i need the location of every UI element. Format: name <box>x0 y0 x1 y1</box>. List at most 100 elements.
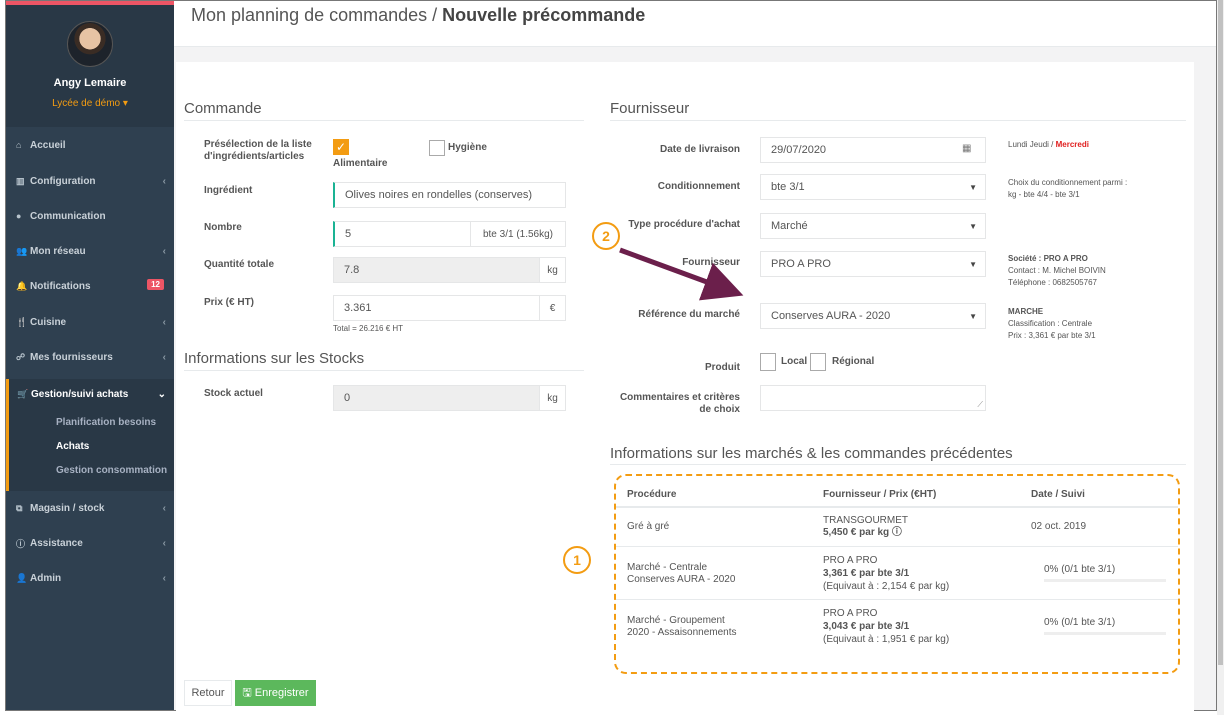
nav-label: Assistance <box>30 537 83 549</box>
select-value: Conserves AURA - 2020 <box>771 310 891 322</box>
nav-reseau[interactable]: 👥 Mon réseau ‹ <box>6 239 174 263</box>
divider <box>184 120 584 121</box>
section-marches-title: Informations sur les marchés & les comma… <box>610 445 1013 462</box>
conditionnement-select[interactable]: bte 3/1 ▼ <box>760 174 986 200</box>
prix-label: Prix (€ HT) <box>204 297 255 308</box>
hygiene-checkbox[interactable] <box>429 140 445 156</box>
cart-icon: 🛒 <box>17 388 29 399</box>
subnav-consommation[interactable]: Gestion consommation <box>56 465 167 476</box>
select-value: Marché <box>771 220 808 232</box>
nav-label: Configuration <box>30 175 96 187</box>
chevron-down-icon: ⌄ <box>157 388 166 400</box>
row3-fournisseur: PRO A PRO <box>823 608 878 619</box>
regional-checkbox[interactable] <box>810 353 826 371</box>
home-icon: ⌂ <box>16 140 22 150</box>
handshake-icon: ☍ <box>16 351 26 362</box>
subnav-achats[interactable]: Achats <box>56 441 89 452</box>
divider <box>610 120 1186 121</box>
bank-icon: ▥ <box>16 175 25 186</box>
row3-equiv: (Equivaut à : 1,951 € par kg) <box>823 634 950 645</box>
retour-button[interactable]: Retour <box>184 680 232 706</box>
date-input[interactable]: 29/07/2020 <box>760 137 986 163</box>
reference-select[interactable]: Conserves AURA - 2020 ▼ <box>760 303 986 329</box>
row2-suivi: 0% (0/1 bte 3/1) <box>1044 564 1116 575</box>
local-checkbox[interactable] <box>760 353 776 371</box>
nombre-input[interactable]: 5 <box>333 221 471 247</box>
caret-down-icon: ▼ <box>969 221 977 231</box>
cond-note1: Choix du conditionnement parmi : <box>1008 178 1128 187</box>
nav-configuration[interactable]: ▥ Configuration ‹ <box>6 169 174 193</box>
avatar[interactable] <box>67 21 113 67</box>
school-dropdown[interactable]: Lycée de démo ▾ <box>6 98 174 109</box>
societe-contact: Contact : M. Michel BOIVIN <box>1008 266 1106 275</box>
nav-cuisine[interactable]: 🍴 Cuisine ‹ <box>6 310 174 334</box>
th-procedure: Procédure <box>627 489 677 500</box>
reference-label: Référence du marché <box>638 309 740 320</box>
row3-procedure-2: 2020 - Assaisonnements <box>627 627 737 638</box>
chevron-left-icon: ‹ <box>162 175 166 187</box>
societe-tel: Téléphone : 0682505767 <box>1008 278 1097 287</box>
nav-label: Admin <box>30 572 62 584</box>
bell-icon: 🔔 <box>16 280 28 291</box>
page-header: Mon planning de commandes / Nouvelle pré… <box>174 1 1216 47</box>
subnav-gestion: Planification besoins Achats Gestion con… <box>6 409 174 491</box>
nav-fournisseurs[interactable]: ☍ Mes fournisseurs ‹ <box>6 345 174 369</box>
fournisseur-select[interactable]: PRO A PRO ▼ <box>760 251 986 277</box>
regional-label: Régional <box>832 356 875 367</box>
enregistrer-button[interactable]: 🖫 Enregistrer <box>235 680 316 706</box>
row2-fournisseur: PRO A PRO <box>823 555 878 566</box>
th-fournisseur: Fournisseur / Prix (€HT) <box>823 489 937 500</box>
alimentaire-label: Alimentaire <box>333 158 388 169</box>
nav-assistance[interactable]: ⓘ Assistance ‹ <box>6 531 174 555</box>
subnav-planification[interactable]: Planification besoins <box>56 417 156 428</box>
nav-label: Accueil <box>30 139 66 151</box>
marche-class: Classification : Centrale <box>1008 319 1093 328</box>
nombre-unit: bte 3/1 (1.56kg) <box>470 221 566 247</box>
calendar-icon[interactable]: ▦ <box>962 143 971 154</box>
notifications-badge: 12 <box>147 279 164 290</box>
row2-progress <box>1044 579 1166 582</box>
profile-name: Angy Lemaire <box>53 77 127 89</box>
marche-title: MARCHE <box>1008 307 1044 316</box>
days-highlight: Mercredi <box>1055 140 1089 149</box>
scrollbar-thumb[interactable] <box>1218 0 1223 665</box>
nav-label: Cuisine <box>30 316 67 328</box>
caret-down-icon: ▼ <box>969 311 977 321</box>
nav-magasin[interactable]: ⧉ Magasin / stock ‹ <box>6 496 174 520</box>
commentaires-textarea[interactable]: ⟋ <box>760 385 986 411</box>
type-procedure-select[interactable]: Marché ▼ <box>760 213 986 239</box>
nav-admin[interactable]: 👤 Admin ‹ <box>6 566 174 590</box>
users-icon: 👥 <box>16 245 28 256</box>
ingredient-label: Ingrédient <box>204 185 253 196</box>
page-title: Mon planning de commandes / Nouvelle pré… <box>191 5 645 26</box>
local-label: Local <box>781 356 808 367</box>
stock-label: Stock actuel <box>204 388 263 399</box>
stock-input: 0 <box>333 385 540 411</box>
nav-accueil[interactable]: ⌂ Accueil <box>6 133 174 157</box>
nav-gestion-achats[interactable]: 🛒 Gestion/suivi achats ⌄ <box>6 379 174 409</box>
row3-progress <box>1044 632 1166 635</box>
divider <box>184 370 584 371</box>
alimentaire-checkbox[interactable]: ✓ <box>333 139 349 155</box>
prix-input[interactable]: 3.361 <box>333 295 540 321</box>
produit-label: Produit <box>705 362 740 373</box>
row2-procedure-2: Conserves AURA - 2020 <box>627 574 736 585</box>
ingredient-input[interactable]: Olives noires en rondelles (conserves) <box>333 182 566 208</box>
row1-date: 02 oct. 2019 <box>1031 521 1087 532</box>
date-label: Date de livraison <box>659 144 740 155</box>
arrow-annotation <box>619 247 744 301</box>
nav-notifications[interactable]: 🔔 Notifications 12 <box>6 274 174 298</box>
row-divider <box>616 546 1178 547</box>
row2-equiv: (Equivaut à : 2,154 € par kg) <box>823 581 950 592</box>
resize-handle-icon[interactable]: ⟋ <box>977 400 983 410</box>
quantite-unit: kg <box>539 257 566 283</box>
stock-unit: kg <box>539 385 566 411</box>
nav-label: Magasin / stock <box>30 502 105 514</box>
divider <box>610 464 1186 465</box>
nav-label: Mon réseau <box>30 245 86 257</box>
title-prefix: Mon planning de commandes / <box>191 5 443 25</box>
caret-down-icon: ▼ <box>969 259 977 269</box>
profile-panel: Angy Lemaire Lycée de démo ▾ <box>6 1 174 127</box>
nav-communication[interactable]: ● Communication <box>6 204 174 228</box>
chevron-left-icon: ‹ <box>162 572 166 584</box>
